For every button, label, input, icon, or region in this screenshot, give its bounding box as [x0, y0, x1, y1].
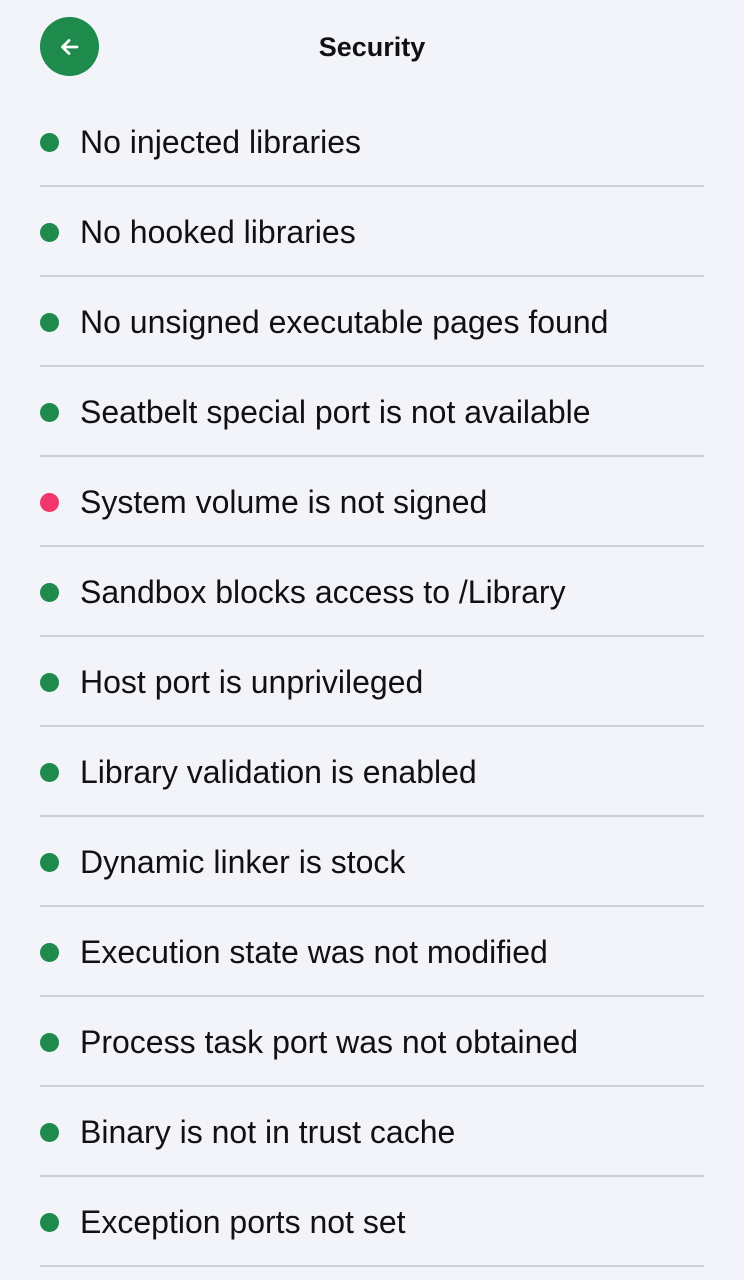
status-dot [40, 493, 59, 512]
check-label: No unsigned executable pages found [80, 304, 609, 340]
list-item: No hooked libraries [0, 187, 744, 277]
status-dot [40, 223, 59, 242]
check-label: No injected libraries [80, 124, 362, 160]
status-dot [40, 1123, 59, 1142]
check-label: Host port is unprivileged [80, 664, 424, 700]
list-item: Library validation is enabled [0, 727, 744, 817]
list-item: Exception ports not set [0, 1177, 744, 1267]
security-checks-list: No injected libraries No hooked librarie… [0, 97, 744, 1267]
list-item: No injected libraries [0, 97, 744, 187]
check-label: Exception ports not set [80, 1204, 406, 1240]
list-item: System volume is not signed [0, 457, 744, 547]
check-label: Execution state was not modified [80, 934, 548, 970]
status-dot [40, 133, 59, 152]
list-item: Dynamic linker is stock [0, 817, 744, 907]
check-label: Binary is not in trust cache [80, 1114, 456, 1150]
check-label: No hooked libraries [80, 214, 356, 250]
page-title: Security [318, 32, 426, 62]
check-label: Dynamic linker is stock [80, 844, 406, 880]
list-item: Host port is unprivileged [0, 637, 744, 727]
check-label: Process task port was not obtained [80, 1024, 579, 1060]
status-dot [40, 583, 59, 602]
navigation-header: Security [0, 0, 744, 96]
list-item: Execution state was not modified [0, 907, 744, 997]
check-label: Seatbelt special port is not available [80, 394, 591, 430]
status-dot [40, 403, 59, 422]
status-dot [40, 1213, 59, 1232]
status-dot [40, 313, 59, 332]
list-item: No unsigned executable pages found [0, 277, 744, 367]
status-dot [40, 673, 59, 692]
status-dot [40, 763, 59, 782]
list-item: Sandbox blocks access to /Library [0, 547, 744, 637]
check-label: System volume is not signed [80, 484, 488, 520]
list-item: Seatbelt special port is not available [0, 367, 744, 457]
status-dot [40, 853, 59, 872]
security-screen: Security No injected libraries No hooked… [0, 0, 744, 1280]
check-label: Sandbox blocks access to /Library [80, 574, 566, 610]
list-item: Binary is not in trust cache [0, 1087, 744, 1177]
check-label: Library validation is enabled [80, 754, 477, 790]
status-dot [40, 943, 59, 962]
status-dot [40, 1033, 59, 1052]
list-item: Process task port was not obtained [0, 997, 744, 1087]
